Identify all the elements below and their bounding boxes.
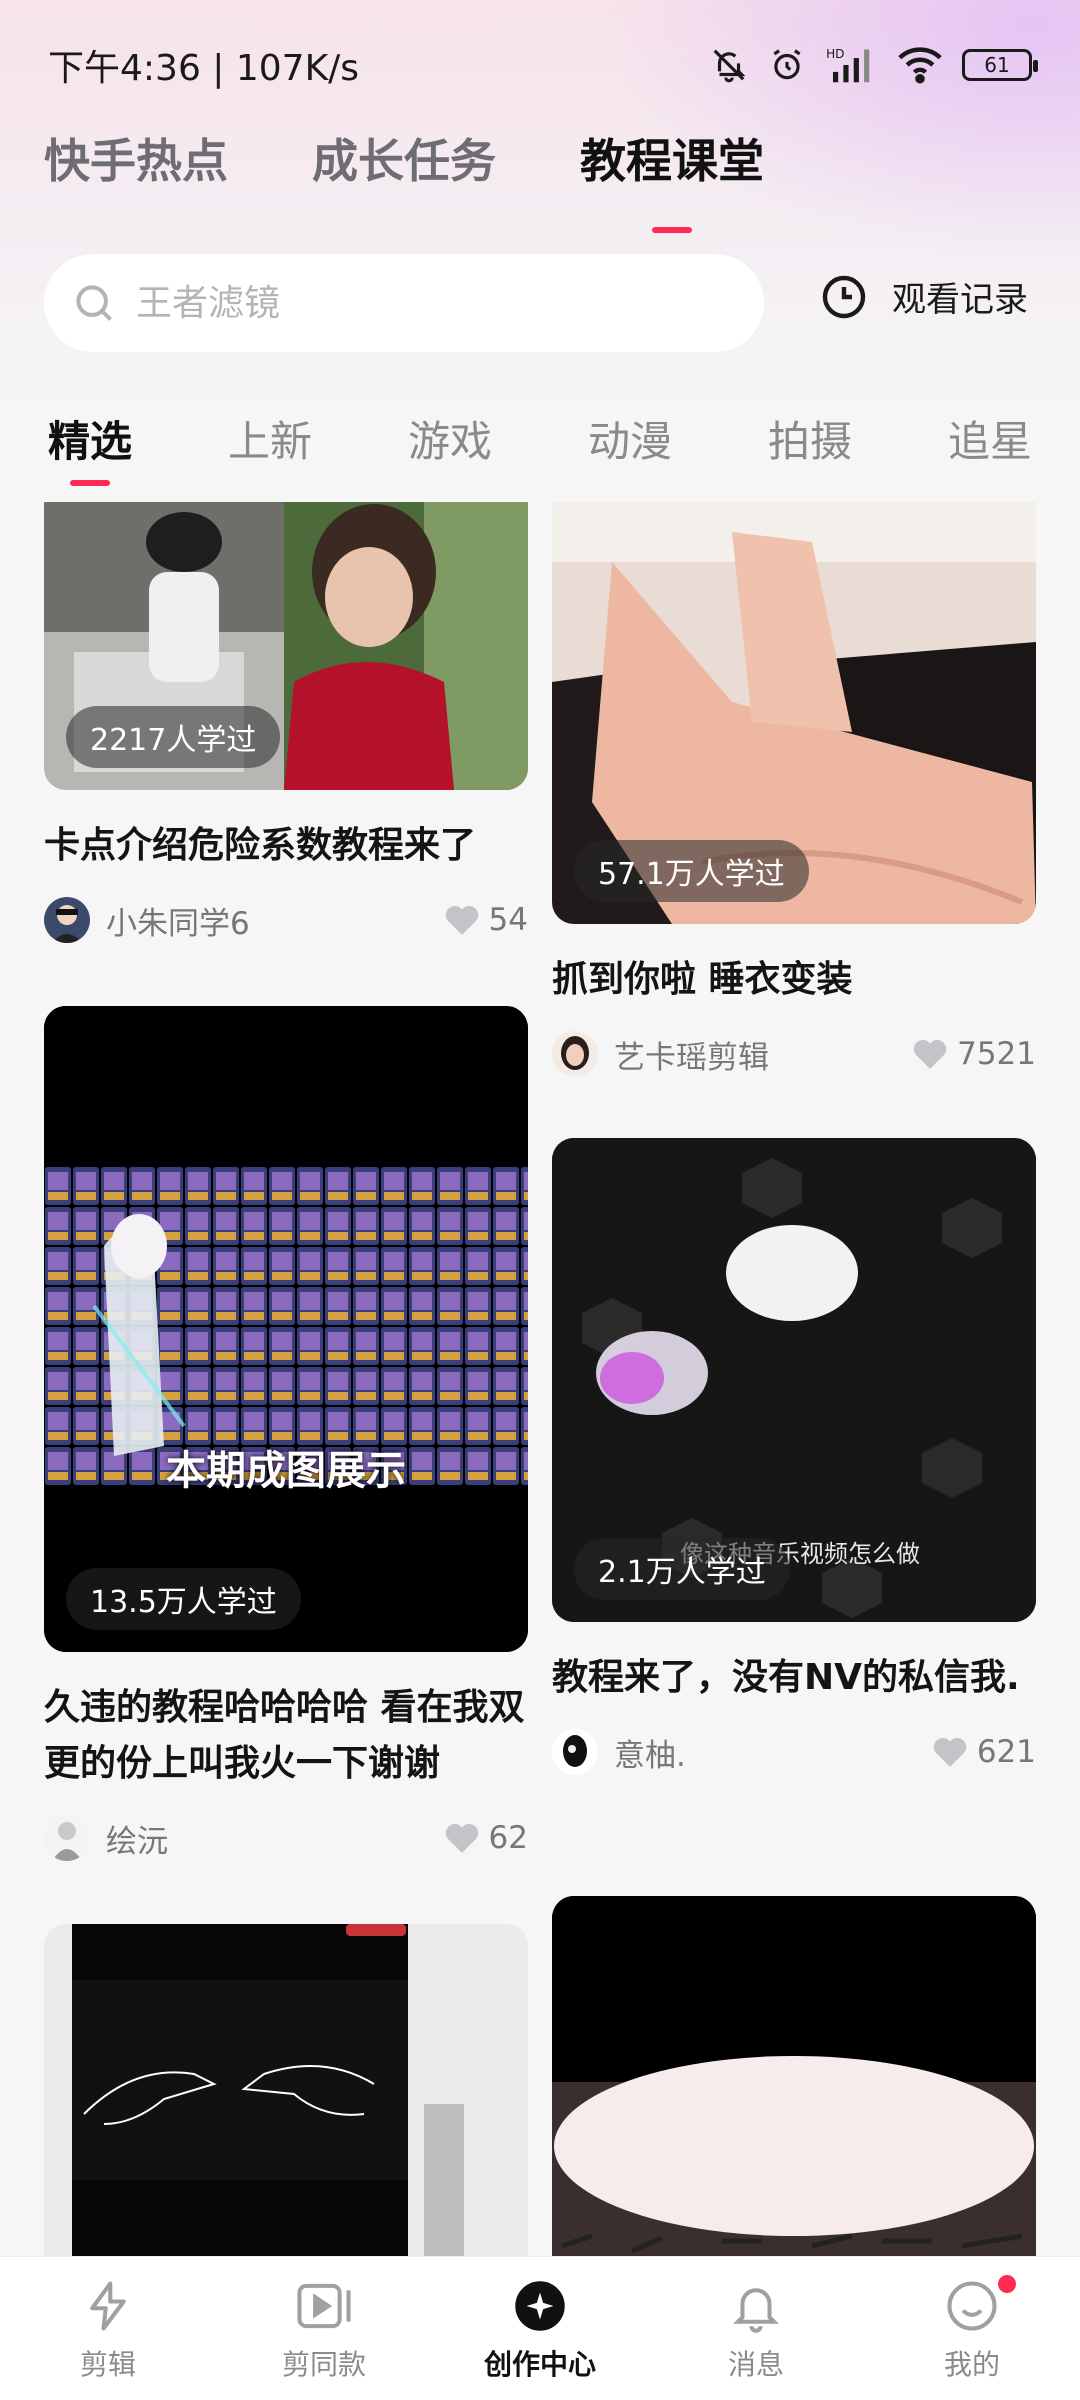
author-avatar[interactable] xyxy=(44,897,90,943)
learners-badge: 2217人学过 xyxy=(66,706,281,768)
heart-icon xyxy=(445,905,478,935)
card-thumbnail[interactable] xyxy=(552,1896,1036,2256)
card-meta: 绘沅 62 xyxy=(44,1814,528,1862)
category-tab-games[interactable]: 游戏 xyxy=(408,408,588,469)
nav-creator-center-label: 创作中心 xyxy=(483,2348,596,2381)
bell-icon xyxy=(733,2288,779,2333)
card-meta: 艺卡瑶剪辑 7521 xyxy=(552,1030,1036,1078)
category-tabs: 精选 上新 游戏 动漫 拍摄 追星 xyxy=(48,408,1080,486)
learners-badge: 57.1万人学过 xyxy=(574,840,809,902)
mute-bell-icon xyxy=(713,49,746,83)
category-tab-celebrity[interactable]: 追星 xyxy=(948,408,1080,469)
status-time: 下午4:36 | 107K/s xyxy=(48,48,360,89)
nav-profile[interactable]: 我的 xyxy=(864,2257,1080,2400)
card-thumbnail[interactable]: 本期成图展示 13.5万人学过 xyxy=(44,1006,528,1652)
tutorial-card[interactable]: 2217人学过 卡点介绍危险系数教程来了 小朱同学6 54 xyxy=(44,502,528,944)
likes-value: 62 xyxy=(488,1820,528,1856)
smiley-icon xyxy=(947,2281,997,2331)
heart-icon xyxy=(445,1823,478,1853)
author-avatar[interactable] xyxy=(552,1729,598,1775)
author-avatar[interactable] xyxy=(44,1815,90,1861)
likes-count[interactable]: 621 xyxy=(933,1734,1036,1770)
author-name[interactable]: 艺卡瑶剪辑 xyxy=(614,1032,913,1077)
learners-badge: 2.1万人学过 xyxy=(574,1538,790,1600)
search-input[interactable] xyxy=(136,282,696,324)
wifi-icon xyxy=(898,47,942,84)
card-thumbnail[interactable]: 57.1万人学过 xyxy=(552,502,1036,924)
signal-icon: HD xyxy=(826,47,870,83)
nav-edit-label: 剪辑 xyxy=(79,2348,136,2381)
tutorial-feed: 2217人学过 卡点介绍危险系数教程来了 小朱同学6 54 57.1万人学过 抓… xyxy=(0,502,1080,2256)
author-name[interactable]: 小朱同学6 xyxy=(106,898,445,943)
nav-messages-label: 消息 xyxy=(727,2348,784,2381)
tutorial-card[interactable] xyxy=(44,1924,528,2256)
watch-history-button[interactable]: 观看记录 xyxy=(820,272,1028,321)
notification-dot xyxy=(998,2275,1016,2293)
creator-center-icon xyxy=(515,2281,565,2331)
card-thumbnail[interactable]: 像这种音乐视频怎么做 2.1万人学过 xyxy=(552,1138,1036,1622)
learners-badge: 13.5万人学过 xyxy=(66,1568,301,1630)
thumbnail-caption: 本期成图展示 xyxy=(166,1448,406,1494)
tutorial-card[interactable]: 像这种音乐视频怎么做 2.1万人学过 教程来了，没有NV的私信我. 意柚. 62… xyxy=(552,1138,1036,1776)
card-title: 久违的教程哈哈哈哈 看在我双更的份上叫我火一下谢谢 xyxy=(44,1687,525,1784)
video-play-icon xyxy=(297,2283,351,2329)
lightning-icon xyxy=(90,2281,126,2331)
category-tab-anime[interactable]: 动漫 xyxy=(588,408,768,469)
svg-text:HD: HD xyxy=(826,47,844,61)
likes-value: 7521 xyxy=(957,1036,1036,1072)
card-title: 教程来了，没有NV的私信我. xyxy=(552,1657,1020,1698)
author-avatar[interactable] xyxy=(552,1031,598,1077)
card-meta: 意柚. 621 xyxy=(552,1728,1036,1776)
nav-creator-center[interactable]: 创作中心 xyxy=(432,2257,648,2400)
thumbnail-image xyxy=(552,1896,1036,2256)
search-bar[interactable] xyxy=(44,254,764,352)
tab-kuaishou-hot[interactable]: 快手热点 xyxy=(44,125,228,191)
thumbnail-image xyxy=(44,1006,528,1652)
tab-tutorial-class[interactable]: 教程课堂 xyxy=(580,125,764,191)
category-tab-featured[interactable]: 精选 xyxy=(48,408,228,486)
nav-edit[interactable]: 剪辑 xyxy=(0,2257,216,2400)
thumbnail-image xyxy=(44,1924,528,2256)
nav-template[interactable]: 剪同款 xyxy=(216,2257,432,2400)
tutorial-card[interactable] xyxy=(552,1896,1036,2256)
battery-indicator: 61 xyxy=(962,49,1038,81)
card-title: 抓到你啦 睡衣变装 xyxy=(552,959,853,1000)
likes-value: 54 xyxy=(488,902,528,938)
tab-growth-tasks[interactable]: 成长任务 xyxy=(312,125,496,191)
author-name[interactable]: 意柚. xyxy=(614,1730,933,1775)
nav-profile-label: 我的 xyxy=(943,2348,1000,2381)
heart-icon xyxy=(933,1737,966,1767)
likes-count[interactable]: 62 xyxy=(445,1820,528,1856)
alarm-icon xyxy=(773,49,801,80)
search-icon xyxy=(76,285,112,321)
likes-value: 621 xyxy=(976,1734,1036,1770)
main-tabs: 快手热点 成长任务 教程课堂 xyxy=(44,125,764,191)
card-thumbnail[interactable]: 2217人学过 xyxy=(44,502,528,790)
category-tab-shooting[interactable]: 拍摄 xyxy=(768,408,948,469)
tutorial-card[interactable]: 本期成图展示 13.5万人学过 久违的教程哈哈哈哈 看在我双更的份上叫我火一下谢… xyxy=(44,1006,528,1862)
watch-history-label: 观看记录 xyxy=(892,280,1028,320)
tutorial-card[interactable]: 57.1万人学过 抓到你啦 睡衣变装 艺卡瑶剪辑 7521 xyxy=(552,502,1036,1078)
bottom-navigation: 剪辑 剪同款 创作中心 消息 我的 xyxy=(0,2256,1080,2400)
nav-template-label: 剪同款 xyxy=(281,2348,366,2381)
author-name[interactable]: 绘沅 xyxy=(106,1816,445,1861)
category-tab-new[interactable]: 上新 xyxy=(228,408,408,469)
card-title: 卡点介绍危险系数教程来了 xyxy=(44,825,477,866)
status-icons: HD 61 xyxy=(710,46,1038,84)
nav-messages[interactable]: 消息 xyxy=(648,2257,864,2400)
card-meta: 小朱同学6 54 xyxy=(44,896,528,944)
likes-count[interactable]: 54 xyxy=(445,902,528,938)
status-bar: 下午4:36 | 107K/s HD 61 xyxy=(0,30,1080,100)
card-thumbnail[interactable] xyxy=(44,1924,528,2256)
likes-count[interactable]: 7521 xyxy=(913,1036,1036,1072)
heart-icon xyxy=(913,1039,947,1069)
clock-icon xyxy=(822,275,866,318)
